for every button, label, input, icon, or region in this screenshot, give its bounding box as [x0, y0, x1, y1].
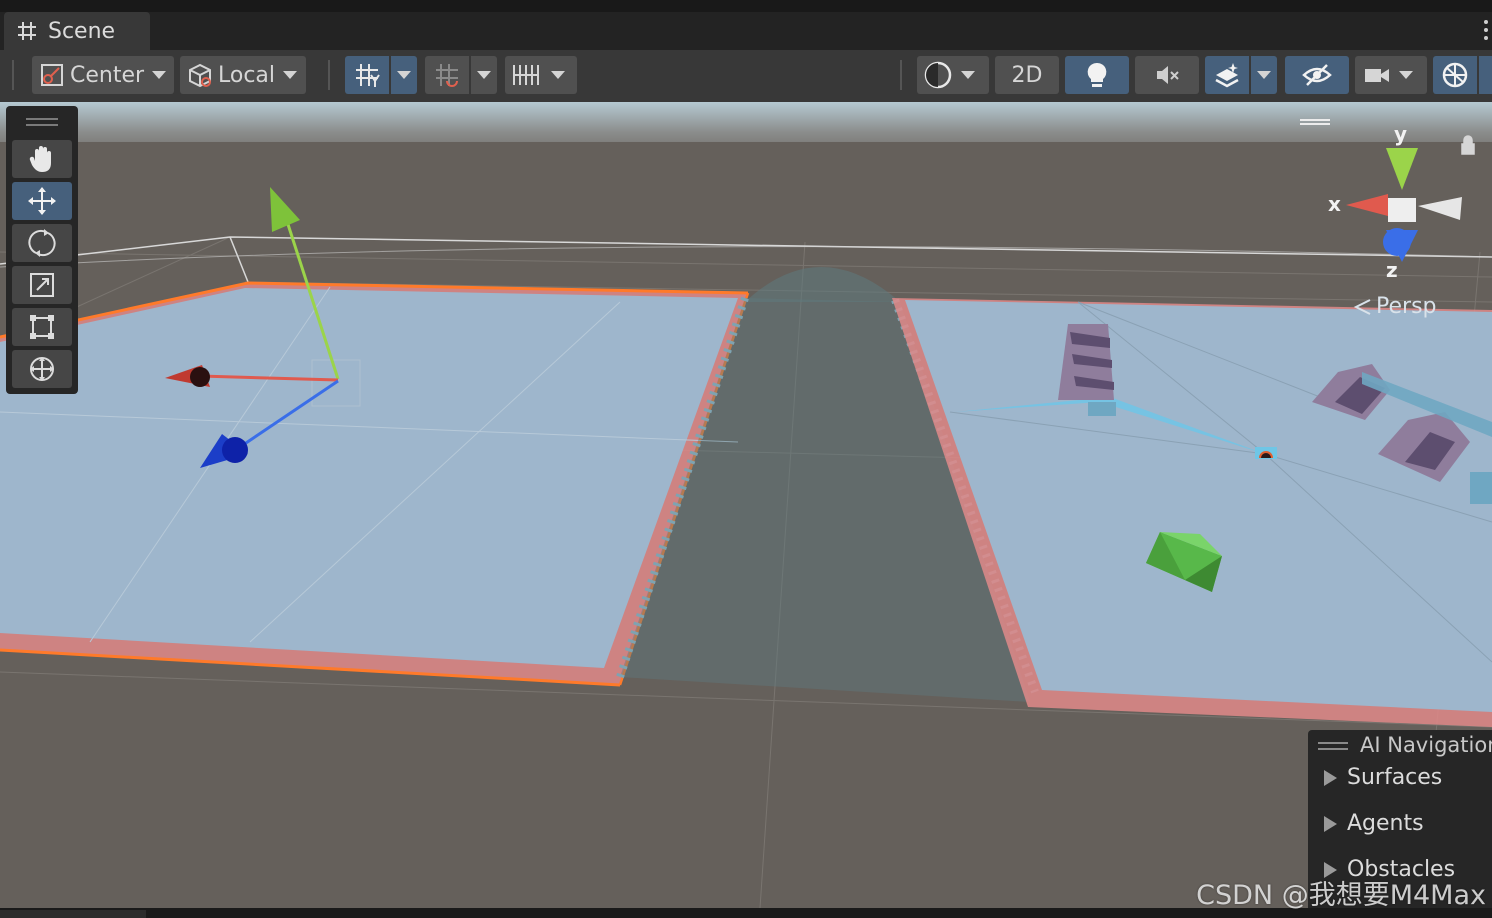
top-strip — [0, 0, 1492, 12]
scene-toolbar: Center Local 2D — [0, 50, 1492, 102]
shading-sphere-icon — [924, 61, 952, 89]
light-bulb-icon — [1087, 62, 1107, 87]
nav-item-agents[interactable]: Agents — [1324, 811, 1424, 836]
axis-y-label: y — [1394, 122, 1408, 146]
scene-tab-label: Scene — [48, 18, 116, 44]
hand-tool-icon — [29, 146, 51, 172]
gizmos-toggle[interactable] — [1433, 56, 1477, 94]
grid-visibility-dropdown[interactable] — [505, 56, 577, 94]
effects-dropdown[interactable] — [1251, 56, 1277, 94]
increment-snap-dropdown[interactable] — [471, 56, 497, 94]
move-tool-icon — [28, 187, 56, 215]
view-2d-toggle[interactable]: 2D — [995, 56, 1059, 94]
watermark-text: CSDN @我想要M4Max — [1196, 880, 1486, 911]
local-cube-icon — [189, 63, 211, 88]
grid-snap-icon — [356, 64, 380, 87]
scene-render[interactable] — [0, 102, 1492, 908]
agent-marker[interactable] — [1255, 447, 1277, 459]
rect-tool-button[interactable] — [12, 308, 72, 346]
grid-ruler-icon — [513, 65, 539, 85]
chevron-down-icon — [551, 71, 565, 79]
bottom-tab[interactable] — [0, 910, 146, 918]
grid-snap-dropdown[interactable] — [391, 56, 417, 94]
hidden-objects-toggle[interactable] — [1285, 56, 1349, 94]
rotate-tool-button[interactable] — [12, 224, 72, 262]
camera-settings-dropdown[interactable] — [1355, 56, 1427, 94]
pivot-rotation-dropdown[interactable]: Local — [180, 56, 306, 94]
gizmo-z-cap — [222, 437, 248, 463]
expand-triangle-icon — [1324, 815, 1337, 832]
rect-tool-icon — [30, 315, 54, 339]
grid-hash-icon — [18, 22, 36, 40]
chevron-down-icon — [1257, 71, 1271, 79]
chevron-down-icon — [283, 71, 298, 79]
pivot-mode-dropdown[interactable]: Center — [32, 56, 174, 94]
nav-item-label: Agents — [1347, 811, 1424, 836]
chevron-down-icon — [397, 71, 411, 79]
gizmos-globe-icon — [1442, 62, 1468, 88]
tab-menu-icon[interactable] — [1484, 18, 1490, 42]
gizmo-center-cube — [1388, 198, 1416, 222]
transform-tool-button[interactable] — [12, 350, 72, 388]
tab-bar: Scene — [0, 12, 1492, 50]
chevron-down-icon — [1399, 71, 1413, 79]
nav-panel-title: AI Navigation — [1360, 733, 1492, 757]
gizmo-z-bulb — [1383, 228, 1411, 256]
nav-item-surfaces[interactable]: Surfaces — [1324, 765, 1442, 790]
effects-layers-icon — [1215, 63, 1239, 88]
toolbar-separator — [328, 60, 330, 90]
hand-tool-button[interactable] — [12, 140, 72, 178]
scene-viewport[interactable]: y x z — [0, 102, 1492, 908]
increment-snap-icon — [436, 64, 458, 87]
scale-tool-button[interactable] — [12, 266, 72, 304]
grid-snap-toggle[interactable] — [345, 56, 389, 94]
transform-tool-icon — [30, 357, 54, 381]
axis-x-label: x — [1328, 192, 1341, 216]
scene-tab[interactable]: Scene — [4, 12, 150, 50]
lighting-toggle[interactable] — [1065, 56, 1129, 94]
rotate-tool-icon — [28, 229, 56, 257]
lock-icon — [1461, 135, 1475, 155]
pivot-mode-label: Center — [70, 62, 145, 88]
camera-icon — [1365, 69, 1389, 82]
increment-snap-toggle[interactable] — [425, 56, 469, 94]
effects-toggle[interactable] — [1205, 56, 1249, 94]
projection-toggle[interactable]: Persp — [1352, 294, 1437, 319]
scale-tool-icon — [30, 273, 54, 297]
toolbar-separator — [900, 60, 902, 90]
tools-overlay — [6, 106, 78, 394]
projection-label: Persp — [1376, 294, 1437, 319]
draw-mode-dropdown[interactable] — [917, 56, 989, 94]
move-tool-button[interactable] — [12, 182, 72, 220]
axis-z-label: z — [1386, 258, 1398, 282]
hidden-objects-icon — [1302, 64, 1332, 86]
chevron-down-icon — [961, 71, 975, 79]
gizmos-dropdown[interactable] — [1479, 56, 1492, 94]
pivot-rotation-label: Local — [218, 62, 276, 88]
nav-item-label: Surfaces — [1347, 765, 1443, 790]
audio-mute-icon — [1157, 66, 1179, 84]
audio-toggle[interactable] — [1135, 56, 1199, 94]
toolbar-grip — [12, 60, 14, 90]
expand-triangle-icon — [1324, 769, 1337, 786]
chevron-down-icon — [477, 71, 491, 79]
gizmo-x-cap — [190, 367, 210, 387]
chevron-left-icon — [1353, 298, 1371, 315]
view-2d-label: 2D — [1011, 62, 1043, 88]
nav-panel-grip[interactable] — [1318, 742, 1348, 754]
tools-grip[interactable] — [26, 118, 58, 128]
pivot-center-icon — [41, 64, 63, 86]
chevron-down-icon — [152, 71, 167, 79]
